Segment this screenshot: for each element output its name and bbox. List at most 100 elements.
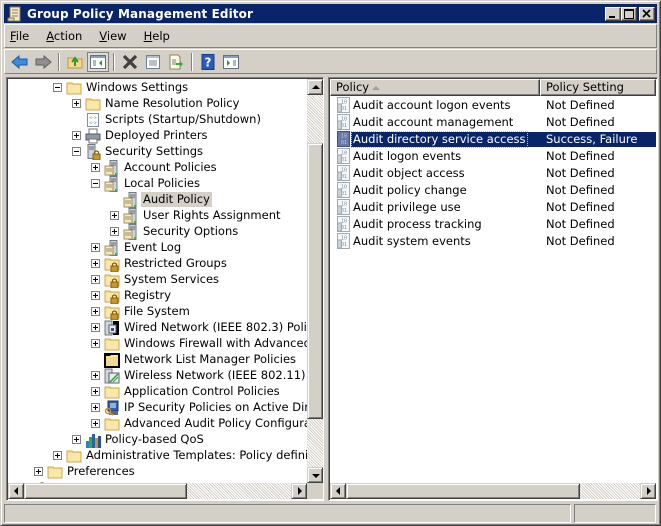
tree-item[interactable]: Restricted Groups: [8, 256, 308, 273]
tree-item[interactable]: IP Security Policies on Active Directory: [8, 400, 308, 416]
expand-icon[interactable]: [91, 339, 100, 348]
tree-vertical-scrollbar[interactable]: [307, 79, 323, 483]
maximize-button[interactable]: [621, 6, 637, 21]
policy-row[interactable]: 10 01 Audit object access Not Defined: [330, 165, 656, 182]
properties-button[interactable]: [142, 52, 164, 72]
show-hide-console-tree-button[interactable]: [87, 51, 109, 72]
policy-row[interactable]: 10 01 Audit account management Not Defined: [330, 114, 656, 131]
list-horizontal-scroll-thumb[interactable]: [346, 483, 580, 499]
menu-view[interactable]: View: [99, 29, 126, 43]
scroll-left-button[interactable]: [330, 483, 346, 499]
tree-item[interactable]: User Rights Assignment: [8, 208, 308, 224]
tree-item[interactable]: Registry: [8, 288, 308, 305]
expand-icon[interactable]: [91, 275, 100, 284]
expand-icon[interactable]: [91, 419, 100, 428]
expand-icon[interactable]: [91, 323, 100, 332]
tree-item[interactable]: Deployed Printers: [8, 128, 308, 144]
expand-icon[interactable]: [72, 99, 81, 108]
expand-icon[interactable]: [91, 243, 100, 252]
scroll-left-button[interactable]: [8, 483, 24, 499]
collapse-icon[interactable]: [91, 179, 100, 188]
back-button[interactable]: [9, 52, 31, 72]
tree-item[interactable]: Windows Firewall with Advanced Secu: [8, 336, 308, 352]
tree-item[interactable]: Administrative Templates: Policy definit…: [8, 448, 308, 464]
policy-name: Audit object access: [353, 166, 465, 180]
expand-icon[interactable]: [91, 371, 100, 380]
forward-button[interactable]: [32, 52, 54, 72]
list-horizontal-scrollbar[interactable]: [330, 483, 656, 499]
up-one-level-button[interactable]: [64, 52, 86, 72]
policy-row[interactable]: 10 01 Audit policy change Not Defined: [330, 182, 656, 199]
tree-item[interactable]: Event Log: [8, 240, 308, 256]
column-header-policy[interactable]: Policy: [330, 79, 540, 96]
tree-item[interactable]: Security Settings: [8, 144, 308, 161]
expand-icon[interactable]: [110, 211, 119, 220]
audit-policy-icon: 10 01: [336, 216, 352, 232]
lock-folder-icon: [104, 272, 120, 289]
policy-row[interactable]: 10 01 Audit privilege use Not Defined: [330, 199, 656, 216]
tree-horizontal-scroll-thumb[interactable]: [24, 483, 187, 499]
menu-bar: File Action View Help: [4, 24, 657, 48]
tree-item[interactable]: Audit Policy: [8, 192, 308, 208]
scroll-right-button[interactable]: [640, 483, 656, 499]
tree-item[interactable]: Account Policies: [8, 160, 308, 176]
tree-horizontal-scrollbar[interactable]: [8, 483, 307, 499]
expand-icon[interactable]: [91, 163, 100, 172]
title-bar[interactable]: Group Policy Management Editor: [4, 4, 657, 23]
expand-icon[interactable]: [91, 259, 100, 268]
show-hide-action-pane-button[interactable]: [220, 52, 242, 72]
tree-item[interactable]: Advanced Audit Policy Configuration: [8, 416, 308, 432]
tree-item[interactable]: File System: [8, 304, 308, 321]
audit-policy-icon: 10 01: [336, 182, 352, 198]
policy-row[interactable]: 10 01 Audit process tracking Not Defined: [330, 216, 656, 233]
menu-action[interactable]: Action: [46, 29, 82, 43]
scroll-up-button[interactable]: [307, 79, 323, 95]
delete-button[interactable]: [119, 52, 141, 72]
expand-icon[interactable]: [53, 451, 62, 460]
scroll-down-button[interactable]: [307, 467, 323, 483]
minimize-button[interactable]: [605, 6, 621, 21]
audit-policy-icon: 10 01: [336, 233, 352, 249]
expand-icon[interactable]: [91, 387, 100, 396]
tree-item[interactable]: Network List Manager Policies: [8, 352, 308, 368]
menu-file[interactable]: File: [10, 29, 29, 43]
status-panel-main: [4, 504, 571, 523]
export-list-button[interactable]: [165, 52, 187, 72]
tree-item[interactable]: Windows Settings: [8, 80, 308, 96]
policy-row[interactable]: 10 01 Audit system events Not Defined: [330, 233, 656, 250]
tree-item[interactable]: Preferences: [8, 464, 308, 480]
folder-icon: [104, 336, 120, 352]
expand-icon[interactable]: [72, 435, 81, 444]
tree-item-label: Wireless Network (IEEE 802.11) Policie: [124, 368, 308, 382]
tree-item[interactable]: Wireless Network (IEEE 802.11) Policie: [8, 368, 308, 384]
expand-icon[interactable]: [91, 403, 100, 412]
menu-view-rest: iew: [106, 29, 127, 43]
policy-row[interactable]: 10 01 Audit logon events Not Defined: [330, 148, 656, 165]
back-arrow-icon: [11, 54, 28, 69]
folder-dark-icon: [104, 352, 120, 368]
tree-item-label: Security Settings: [105, 144, 204, 158]
tree-item[interactable]: Application Control Policies: [8, 384, 308, 400]
tree-item[interactable]: Wired Network (IEEE 802.3) Policies: [8, 320, 308, 336]
policy-row[interactable]: 10 01 Audit account logon events Not Define…: [330, 97, 656, 114]
expand-icon[interactable]: [91, 291, 100, 300]
tree-item[interactable]: Policy-based QoS: [8, 432, 308, 448]
expand-icon[interactable]: [91, 307, 100, 316]
tree-item[interactable]: Name Resolution Policy: [8, 96, 308, 112]
expand-icon[interactable]: [72, 131, 81, 140]
collapse-icon[interactable]: [72, 147, 81, 156]
menu-help[interactable]: Help: [144, 29, 170, 43]
policy-row[interactable]: 10 01 Audit directory service access Succes…: [330, 131, 656, 148]
tree-item[interactable]: <-> <-> Scripts (Startup/Shutdown): [8, 112, 308, 128]
tree-item[interactable]: Security Options: [8, 224, 308, 240]
collapse-icon[interactable]: [53, 83, 62, 92]
help-button[interactable]: ?: [197, 52, 219, 72]
close-button[interactable]: [639, 6, 655, 21]
tree-vertical-scroll-thumb[interactable]: [307, 143, 323, 419]
column-header-policy-setting[interactable]: Policy Setting: [540, 79, 656, 96]
tree-item[interactable]: System Services: [8, 272, 308, 289]
tree-item[interactable]: Local Policies: [8, 176, 308, 192]
expand-icon[interactable]: [110, 227, 119, 236]
scroll-right-button[interactable]: [291, 483, 307, 499]
expand-icon[interactable]: [34, 467, 43, 476]
